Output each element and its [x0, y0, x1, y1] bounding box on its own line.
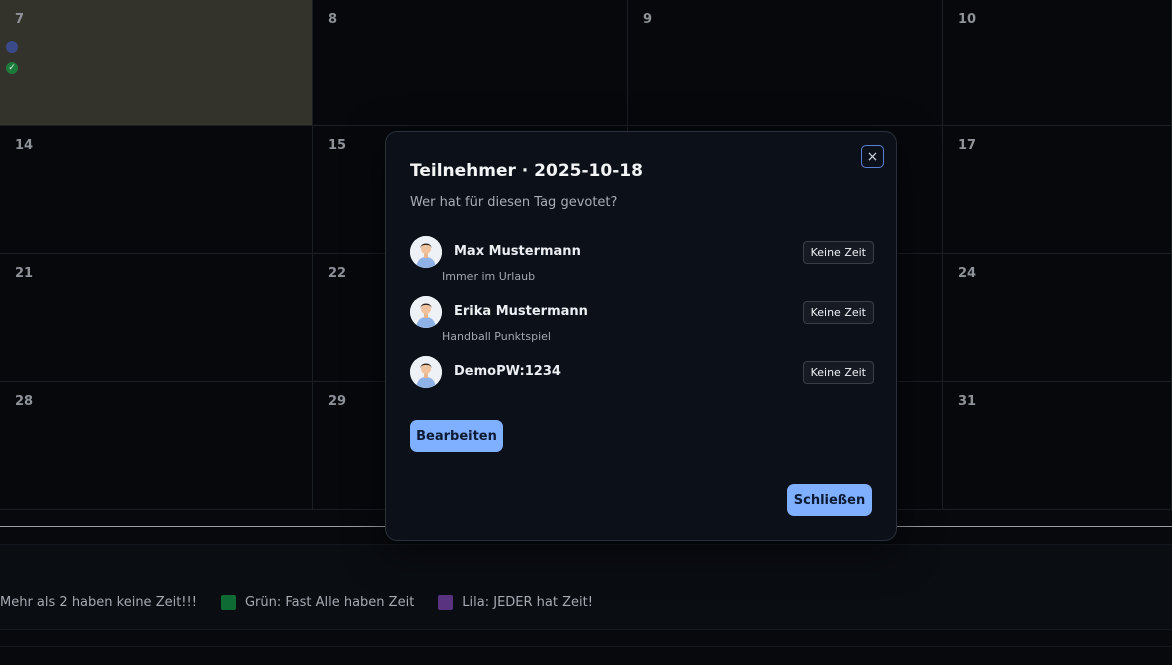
day-number: 28 [15, 394, 34, 409]
calendar-day-7[interactable]: 7 ✓ [0, 0, 313, 126]
avatar [410, 236, 442, 268]
calendar-day-9[interactable]: 9 [628, 0, 943, 126]
calendar-day-10[interactable]: 10 [943, 0, 1172, 126]
calendar-day-21[interactable]: 21 [0, 254, 313, 382]
day-number: 7 [15, 12, 25, 27]
day-number: 24 [958, 266, 977, 281]
day-number: 17 [958, 138, 977, 153]
purple-swatch-icon [438, 595, 454, 610]
legend-label: Grün: Fast Alle haben Zeit [244, 595, 415, 610]
day-number: 10 [958, 12, 977, 27]
legend-label: Mehr als 2 haben keine Zeit!!! [0, 595, 197, 610]
day-number: 21 [15, 266, 34, 281]
participant-name: Erika Mustermann [454, 304, 588, 319]
day-number: 31 [958, 394, 977, 409]
day-number: 22 [328, 266, 347, 281]
participants-dialog: × Teilnehmer · 2025-10-18 Wer hat für di… [385, 131, 897, 541]
calendar-day-17[interactable]: 17 [943, 126, 1172, 254]
calendar-day-31[interactable]: 31 [943, 382, 1172, 510]
legend-item-green: Grün: Fast Alle haben Zeit [220, 595, 415, 610]
divider [0, 646, 1172, 647]
check-icon: ✓ [6, 62, 18, 74]
day-number: 29 [328, 394, 347, 409]
day-number: 9 [643, 12, 653, 27]
avatar [410, 356, 442, 388]
calendar-day-24[interactable]: 24 [943, 254, 1172, 382]
close-icon[interactable]: × [861, 145, 884, 168]
calendar-day-28[interactable]: 28 [0, 382, 313, 510]
calendar-day-14[interactable]: 14 [0, 126, 313, 254]
vote-dot-icon [6, 41, 18, 53]
calendar-day-8[interactable]: 8 [313, 0, 628, 126]
legend-panel [0, 545, 1172, 630]
participant-name: Max Mustermann [454, 244, 581, 259]
participant-note: Handball Punktspiel [442, 330, 551, 343]
status-badge: Keine Zeit [802, 241, 874, 264]
status-badge: Keine Zeit [802, 361, 874, 384]
dialog-subtitle: Wer hat für diesen Tag gevotet? [410, 195, 618, 210]
green-swatch-icon [220, 595, 236, 610]
legend-item-purple: Lila: JEDER hat Zeit! [438, 595, 593, 610]
status-badge: Keine Zeit [802, 301, 874, 324]
day-number: 8 [328, 12, 338, 27]
legend-item-red: Mehr als 2 haben keine Zeit!!! [0, 595, 197, 610]
avatar [410, 296, 442, 328]
edit-button[interactable]: Bearbeiten [410, 420, 503, 452]
legend-label: Lila: JEDER hat Zeit! [462, 595, 593, 610]
dialog-title: Teilnehmer · 2025-10-18 [410, 161, 643, 181]
participant-name: DemoPW:1234 [454, 364, 561, 379]
close-button[interactable]: Schließen [787, 484, 872, 516]
day-number: 15 [328, 138, 347, 153]
day-number: 14 [15, 138, 34, 153]
legend: Mehr als 2 haben keine Zeit!!! Grün: Fas… [0, 595, 617, 610]
participant-note: Immer im Urlaub [442, 270, 536, 283]
